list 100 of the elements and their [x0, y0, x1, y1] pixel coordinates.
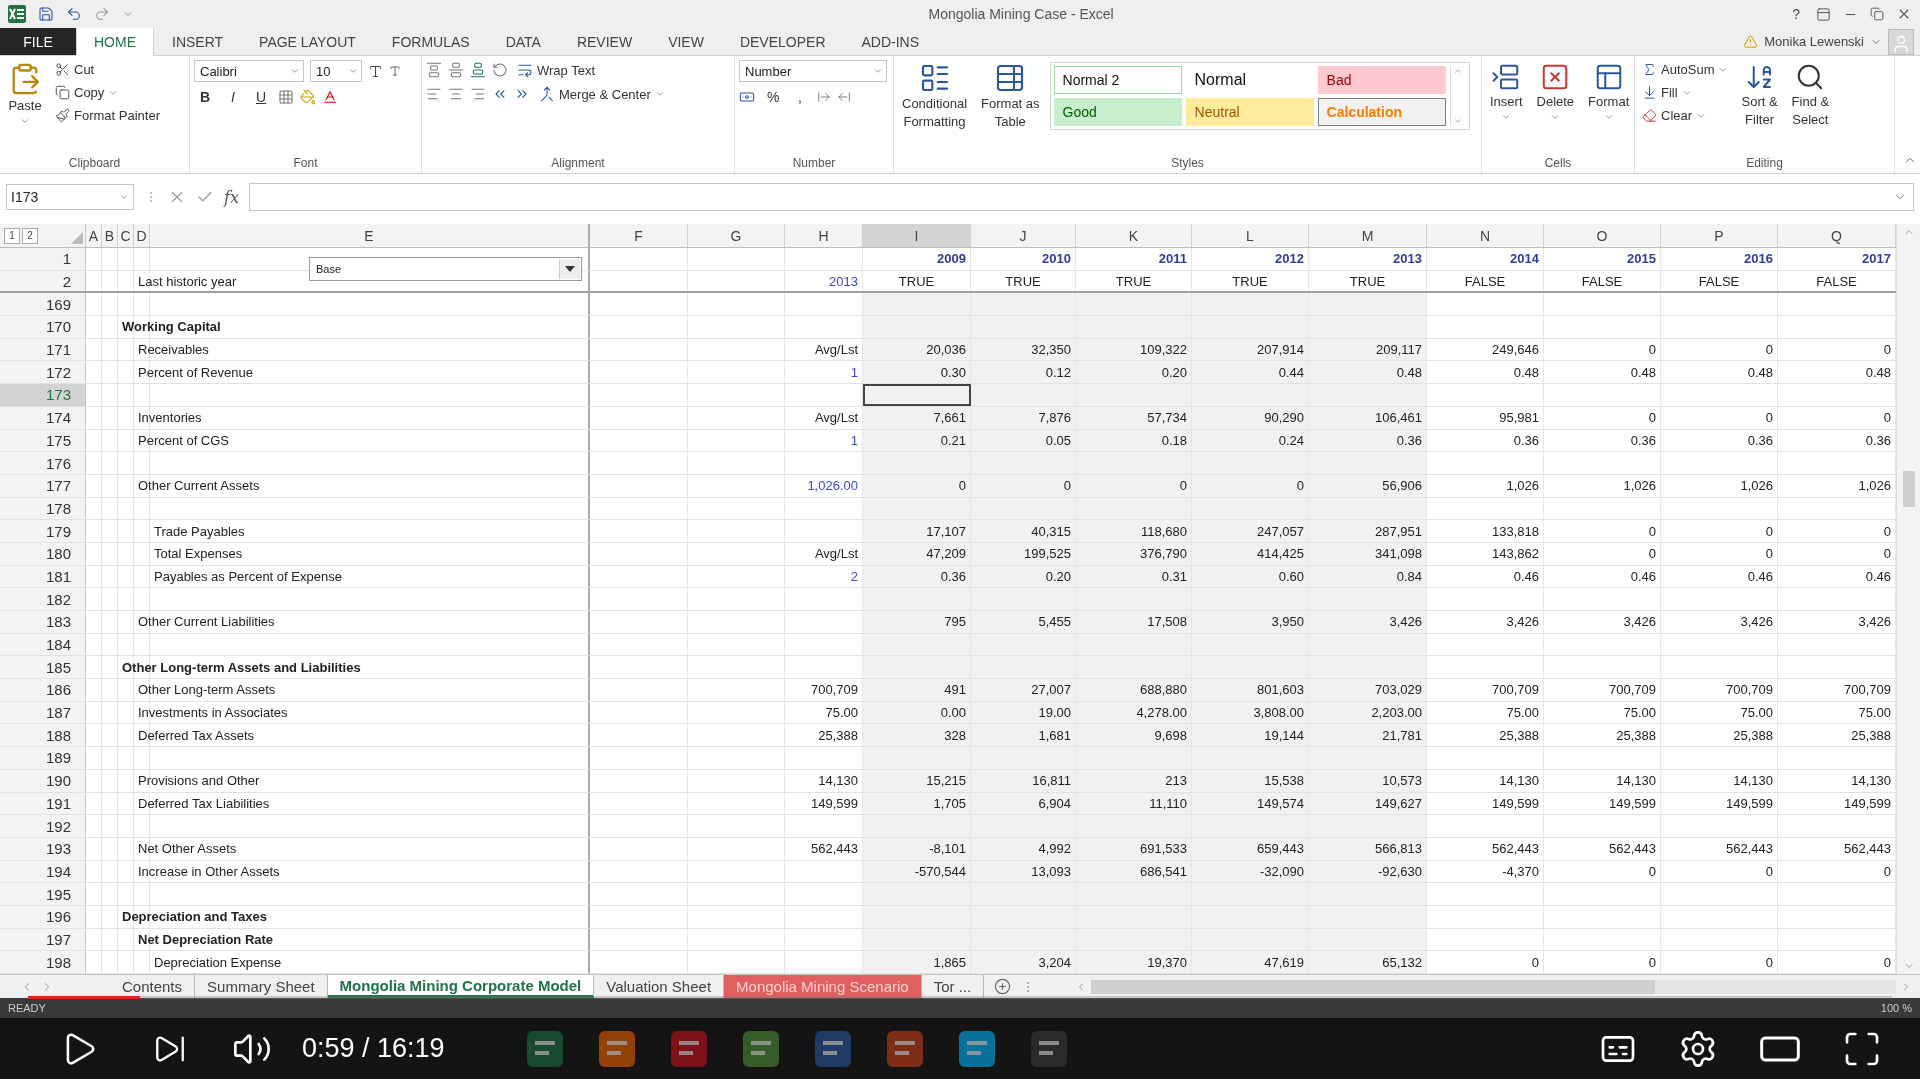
table-cell[interactable]: 0 — [1076, 474, 1192, 497]
table-cell[interactable]: TRUE — [1192, 270, 1309, 292]
table-cell[interactable] — [863, 316, 971, 338]
table-cell[interactable]: 47,619 — [1192, 951, 1309, 973]
undo-icon[interactable] — [66, 6, 82, 22]
table-cell[interactable]: 10,573 — [1309, 769, 1427, 792]
align-middle-icon[interactable] — [448, 62, 464, 78]
table-cell[interactable]: 0.48 — [1309, 361, 1427, 384]
taskbar-app-icon[interactable] — [956, 1028, 997, 1069]
table-cell[interactable]: 0.46 — [1661, 565, 1778, 588]
table-cell[interactable]: 0.84 — [1309, 565, 1427, 588]
merge-center-button[interactable]: Merge & Center — [536, 84, 668, 104]
row-header[interactable]: 185 — [0, 656, 86, 679]
table-cell[interactable]: 20,036 — [863, 338, 971, 361]
table-cell[interactable] — [1309, 633, 1427, 656]
table-cell[interactable]: 414,425 — [1192, 542, 1309, 565]
ribbon-tab[interactable]: DEVELOPER — [721, 28, 844, 55]
table-cell[interactable]: 0 — [1544, 406, 1661, 429]
scroll-thumb[interactable] — [1902, 471, 1915, 507]
row-header[interactable]: 173 — [0, 384, 86, 406]
table-cell[interactable]: 0 — [1544, 542, 1661, 565]
sheet-tab[interactable]: Mongolia Mining Corporate Model — [327, 975, 595, 998]
table-cell[interactable]: 0.48 — [1661, 361, 1778, 384]
row-header[interactable]: 176 — [0, 452, 86, 474]
table-cell[interactable]: TRUE — [1309, 270, 1427, 292]
table-cell[interactable]: 0.24 — [1192, 429, 1309, 452]
row-header[interactable]: 184 — [0, 633, 86, 656]
name-box[interactable]: I173 — [6, 184, 134, 210]
table-cell[interactable] — [863, 633, 971, 656]
table-cell[interactable]: 95,981 — [1427, 406, 1544, 429]
cells-button[interactable]: Insert — [1486, 60, 1527, 124]
table-cell[interactable] — [863, 883, 971, 905]
ribbon-tab[interactable]: ADD-INS — [843, 28, 938, 55]
redo-icon[interactable] — [94, 6, 110, 22]
cell-style-option[interactable]: Normal 2 — [1053, 66, 1182, 94]
number-style-button[interactable]: , — [789, 86, 811, 108]
table-cell[interactable]: FALSE — [1427, 270, 1544, 292]
table-cell[interactable]: 1,705 — [863, 792, 971, 815]
table-cell[interactable]: 90,290 — [1192, 406, 1309, 429]
table-cell[interactable]: 0.36 — [1544, 429, 1661, 452]
table-cell[interactable]: 0 — [1427, 951, 1544, 973]
table-cell[interactable]: 700,709 — [1544, 679, 1661, 701]
table-cell[interactable]: 328 — [863, 724, 971, 747]
scenario-dropdown[interactable]: Base — [309, 257, 582, 281]
table-cell[interactable]: 65,132 — [1309, 951, 1427, 973]
find-select-button[interactable]: Find & Select — [1787, 60, 1834, 130]
table-cell[interactable] — [1309, 316, 1427, 338]
row-header[interactable]: 2 — [0, 270, 86, 292]
table-cell[interactable]: 1,026 — [1661, 474, 1778, 497]
table-cell[interactable]: 75.00 — [1427, 701, 1544, 724]
table-cell[interactable]: 9,698 — [1076, 724, 1192, 747]
table-cell[interactable]: 287,951 — [1309, 520, 1427, 542]
table-cell[interactable]: 341,098 — [1309, 542, 1427, 565]
column-header[interactable]: B — [102, 224, 118, 247]
borders-icon[interactable] — [278, 89, 294, 105]
table-cell[interactable] — [863, 588, 971, 610]
row-header[interactable]: 179 — [0, 520, 86, 542]
table-cell[interactable]: 0.30 — [863, 361, 971, 384]
table-cell[interactable] — [1309, 905, 1427, 928]
table-cell[interactable]: 3,426 — [1661, 611, 1778, 633]
table-cell[interactable]: 14,130 — [1427, 769, 1544, 792]
vertical-scrollbar[interactable] — [1896, 224, 1920, 974]
table-cell[interactable]: 0 — [1544, 860, 1661, 883]
table-cell[interactable]: 106,461 — [1309, 406, 1427, 429]
table-cell[interactable] — [1076, 293, 1192, 316]
table-cell[interactable]: 4,278.00 — [1076, 701, 1192, 724]
table-cell[interactable]: 75.00 — [1661, 701, 1778, 724]
cell-style-option[interactable]: Good — [1053, 98, 1182, 126]
table-cell[interactable]: 0.48 — [1427, 361, 1544, 384]
row-header[interactable]: 186 — [0, 679, 86, 701]
table-cell[interactable]: 21,781 — [1309, 724, 1427, 747]
table-cell[interactable] — [971, 293, 1076, 316]
taskbar-app-icon[interactable] — [596, 1028, 637, 1069]
ribbon-display-icon[interactable] — [1816, 6, 1831, 22]
ribbon-tab[interactable]: VIEW — [650, 28, 722, 55]
table-cell[interactable] — [1309, 588, 1427, 610]
column-header[interactable]: C — [118, 224, 134, 247]
table-cell[interactable]: 32,350 — [971, 338, 1076, 361]
align-right-icon[interactable] — [470, 86, 486, 102]
editing-button[interactable]: Fill — [1639, 83, 1732, 102]
table-cell[interactable]: 1,681 — [971, 724, 1076, 747]
table-cell[interactable] — [1309, 747, 1427, 769]
table-cell[interactable]: 2015 — [1544, 248, 1661, 270]
table-cell[interactable] — [863, 815, 971, 837]
cell-style-option[interactable]: Bad — [1317, 66, 1446, 94]
column-header[interactable]: D — [134, 224, 150, 247]
decrease-decimal-icon[interactable] — [837, 90, 851, 104]
table-cell[interactable] — [1309, 452, 1427, 474]
row-header[interactable]: 194 — [0, 860, 86, 883]
increase-decimal-icon[interactable] — [817, 90, 831, 104]
fill-color-icon[interactable] — [300, 89, 316, 105]
table-cell[interactable]: 19,370 — [1076, 951, 1192, 973]
table-cell[interactable] — [863, 905, 971, 928]
table-cell[interactable]: TRUE — [1076, 270, 1192, 292]
row-header[interactable]: 191 — [0, 792, 86, 815]
table-cell[interactable] — [1309, 883, 1427, 905]
app-logo-icon[interactable] — [8, 5, 26, 23]
table-cell[interactable]: 562,443 — [1427, 837, 1544, 860]
conditional-formatting-button[interactable]: Conditional Formatting — [898, 60, 972, 132]
table-cell[interactable]: 703,029 — [1309, 679, 1427, 701]
